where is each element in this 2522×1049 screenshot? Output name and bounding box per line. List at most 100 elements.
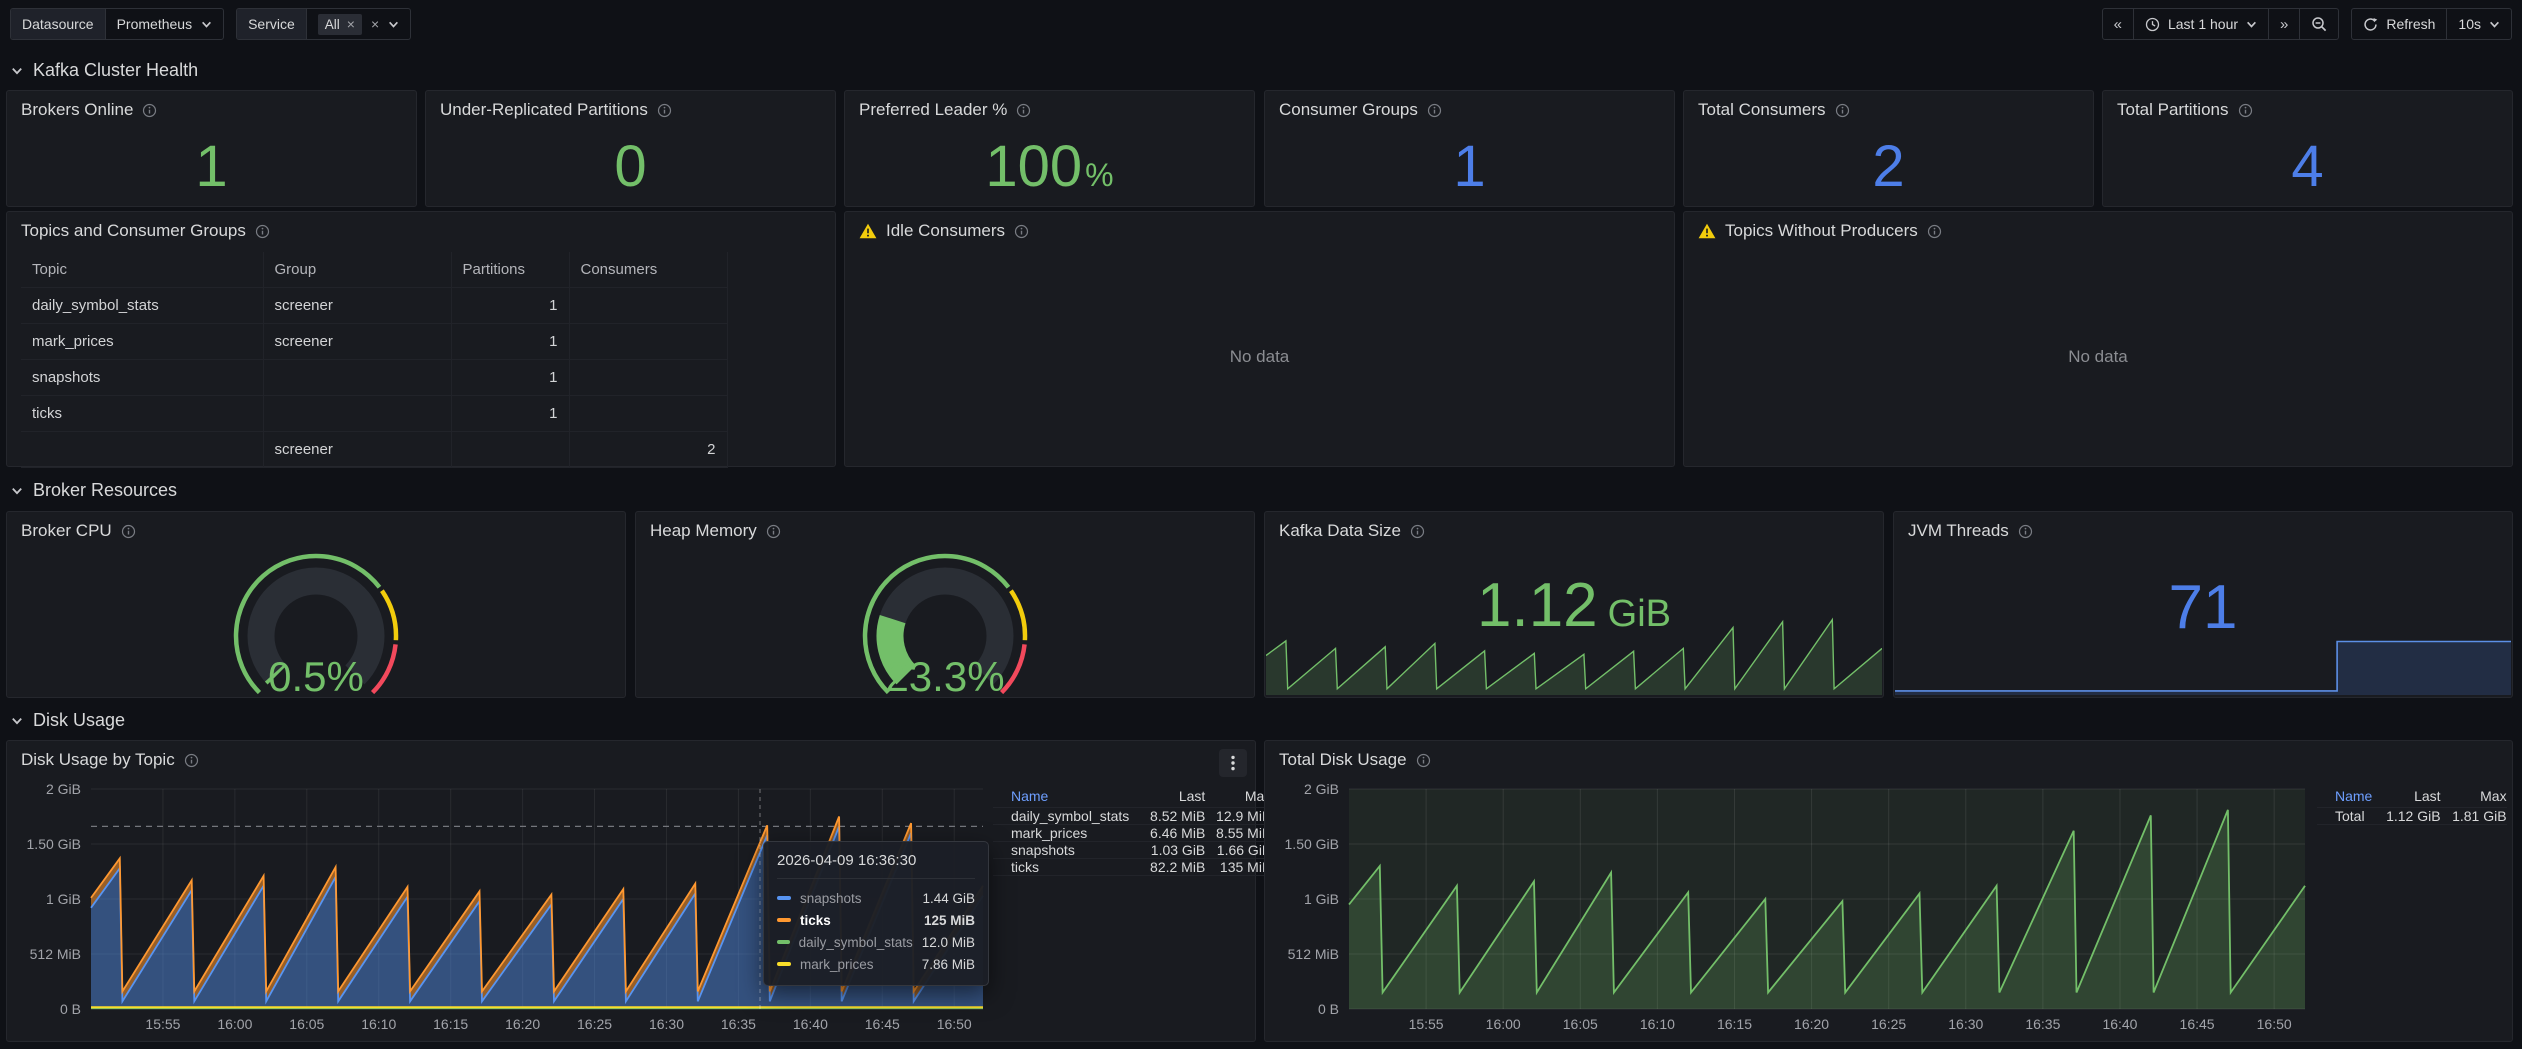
info-icon[interactable] — [1427, 103, 1442, 118]
chevron-down-icon — [11, 65, 23, 77]
time-shift-back-button[interactable]: « — [2103, 9, 2133, 39]
svg-text:16:45: 16:45 — [865, 1016, 900, 1032]
panel-title-row[interactable]: Preferred Leader % — [845, 91, 1254, 127]
stat-value: 2 — [1872, 133, 1904, 200]
legend-max-value: 1.66 GiB — [1205, 842, 1271, 858]
panel-title-row[interactable]: Total Disk Usage — [1265, 741, 2512, 777]
panel-title-row[interactable]: Kafka Data Size — [1265, 512, 1883, 548]
legend-header-last[interactable]: Last — [2375, 785, 2441, 807]
info-icon[interactable] — [142, 103, 157, 118]
panel-title-row[interactable]: Topics and Consumer Groups — [7, 212, 835, 248]
info-icon[interactable] — [1835, 103, 1850, 118]
panel-title-row[interactable]: Total Consumers — [1684, 91, 2093, 127]
legend-series-name[interactable]: mark_prices — [1011, 825, 1139, 841]
panel-title-row[interactable]: Total Partitions — [2103, 91, 2512, 127]
section-title: Broker Resources — [33, 480, 177, 501]
svg-text:1.50 GiB: 1.50 GiB — [1285, 836, 1339, 852]
time-shift-forward-button[interactable]: » — [2268, 9, 2299, 39]
panel-title-row[interactable]: Broker CPU — [7, 512, 625, 548]
disk-by-topic-legend: Name Last Max daily_symbol_stats 8.52 Mi… — [993, 785, 1245, 876]
info-icon[interactable] — [2238, 103, 2253, 118]
grafana-dashboard: Datasource Prometheus Service All × × — [0, 0, 2522, 1049]
cell-partitions: 1 — [451, 324, 569, 360]
legend-series-name[interactable]: daily_symbol_stats — [1011, 808, 1139, 824]
refresh-button[interactable]: Refresh — [2352, 9, 2446, 39]
panel-idle-consumers: Idle Consumers No data — [844, 211, 1675, 467]
datasource-picker: Datasource Prometheus — [10, 8, 224, 40]
col-header-partitions[interactable]: Partitions — [451, 252, 569, 288]
time-range-group: « Last 1 hour » — [2102, 8, 2340, 40]
section-kafka-cluster-health[interactable]: Kafka Cluster Health — [11, 60, 198, 81]
service-select[interactable]: All × × — [307, 9, 410, 39]
panel-title-row[interactable]: Disk Usage by Topic — [7, 741, 1255, 777]
section-disk-usage[interactable]: Disk Usage — [11, 710, 125, 731]
info-icon[interactable] — [1016, 103, 1031, 118]
warning-icon[interactable] — [1698, 223, 1716, 239]
chevron-down-icon — [201, 19, 212, 30]
svg-text:0 B: 0 B — [60, 1001, 81, 1017]
zoom-out-button[interactable] — [2299, 9, 2338, 39]
info-icon[interactable] — [255, 224, 270, 239]
no-data-message: No data — [1684, 248, 2512, 466]
info-icon[interactable] — [1410, 524, 1425, 539]
cell-group — [263, 396, 451, 432]
cell-partitions: 1 — [451, 288, 569, 324]
warning-icon[interactable] — [859, 223, 877, 239]
panel-title-row[interactable]: Under-Replicated Partitions — [426, 91, 835, 127]
panel-title-row[interactable]: Idle Consumers — [845, 212, 1674, 248]
chip-close-icon[interactable]: × — [347, 17, 355, 31]
cell-topic — [21, 432, 263, 468]
panel-total-partitions: Total Partitions 4 — [2102, 90, 2513, 207]
col-header-group[interactable]: Group — [263, 252, 451, 288]
legend-header-max[interactable]: Max — [1205, 785, 1271, 807]
section-broker-resources[interactable]: Broker Resources — [11, 480, 177, 501]
legend-series-name[interactable]: Total — [2335, 808, 2375, 824]
panel-menu-button[interactable] — [1219, 749, 1247, 777]
svg-text:512 MiB: 512 MiB — [1288, 946, 1339, 962]
svg-text:16:50: 16:50 — [937, 1016, 972, 1032]
panel-title-row[interactable]: JVM Threads — [1894, 512, 2512, 548]
panel-title: JVM Threads — [1908, 521, 2009, 541]
legend-header-max[interactable]: Max — [2441, 785, 2507, 807]
info-icon[interactable] — [1416, 753, 1431, 768]
refresh-interval-label: 10s — [2458, 16, 2481, 32]
svg-text:0 B: 0 B — [1318, 1001, 1339, 1017]
panel-title-row[interactable]: Consumer Groups — [1265, 91, 1674, 127]
info-icon[interactable] — [657, 103, 672, 118]
stat-value: 4 — [2291, 133, 2323, 200]
legend-series-name[interactable]: snapshots — [1011, 842, 1139, 858]
panel-title-row[interactable]: Heap Memory — [636, 512, 1254, 548]
col-header-topic[interactable]: Topic — [21, 252, 263, 288]
svg-text:23.3%: 23.3% — [885, 653, 1004, 700]
cell-partitions: 1 — [451, 360, 569, 396]
service-chip-all[interactable]: All × — [318, 14, 362, 35]
refresh-group: Refresh 10s — [2351, 8, 2512, 40]
stat-body: 2 — [1684, 127, 2093, 206]
info-icon[interactable] — [766, 524, 781, 539]
kebab-icon — [1231, 755, 1235, 771]
col-header-consumers[interactable]: Consumers — [569, 252, 727, 288]
cell-consumers — [569, 288, 727, 324]
info-icon[interactable] — [1014, 224, 1029, 239]
panel-broker-cpu: Broker CPU 0.5% — [6, 511, 626, 698]
legend-header-last[interactable]: Last — [1139, 785, 1205, 807]
panel-title: Under-Replicated Partitions — [440, 100, 648, 120]
panel-title-row[interactable]: Topics Without Producers — [1684, 212, 2512, 248]
info-icon[interactable] — [121, 524, 136, 539]
refresh-interval-select[interactable]: 10s — [2446, 9, 2511, 39]
stat-body: 0 — [426, 127, 835, 206]
zoom-out-icon — [2311, 16, 2327, 32]
panel-title-row[interactable]: Brokers Online — [7, 91, 416, 127]
svg-text:2 GiB: 2 GiB — [46, 781, 81, 797]
info-icon[interactable] — [1927, 224, 1942, 239]
datasource-select[interactable]: Prometheus — [106, 9, 223, 39]
legend-header-name[interactable]: Name — [2335, 785, 2375, 807]
info-icon[interactable] — [184, 753, 199, 768]
legend-series-name[interactable]: ticks — [1011, 859, 1139, 875]
clear-all-icon[interactable]: × — [371, 17, 379, 31]
info-icon[interactable] — [2018, 524, 2033, 539]
time-range-picker[interactable]: Last 1 hour — [2133, 9, 2268, 39]
svg-text:16:35: 16:35 — [2025, 1016, 2060, 1032]
tooltip-series-value: 12.0 MiB — [922, 935, 975, 950]
legend-header-name[interactable]: Name — [1011, 785, 1139, 807]
